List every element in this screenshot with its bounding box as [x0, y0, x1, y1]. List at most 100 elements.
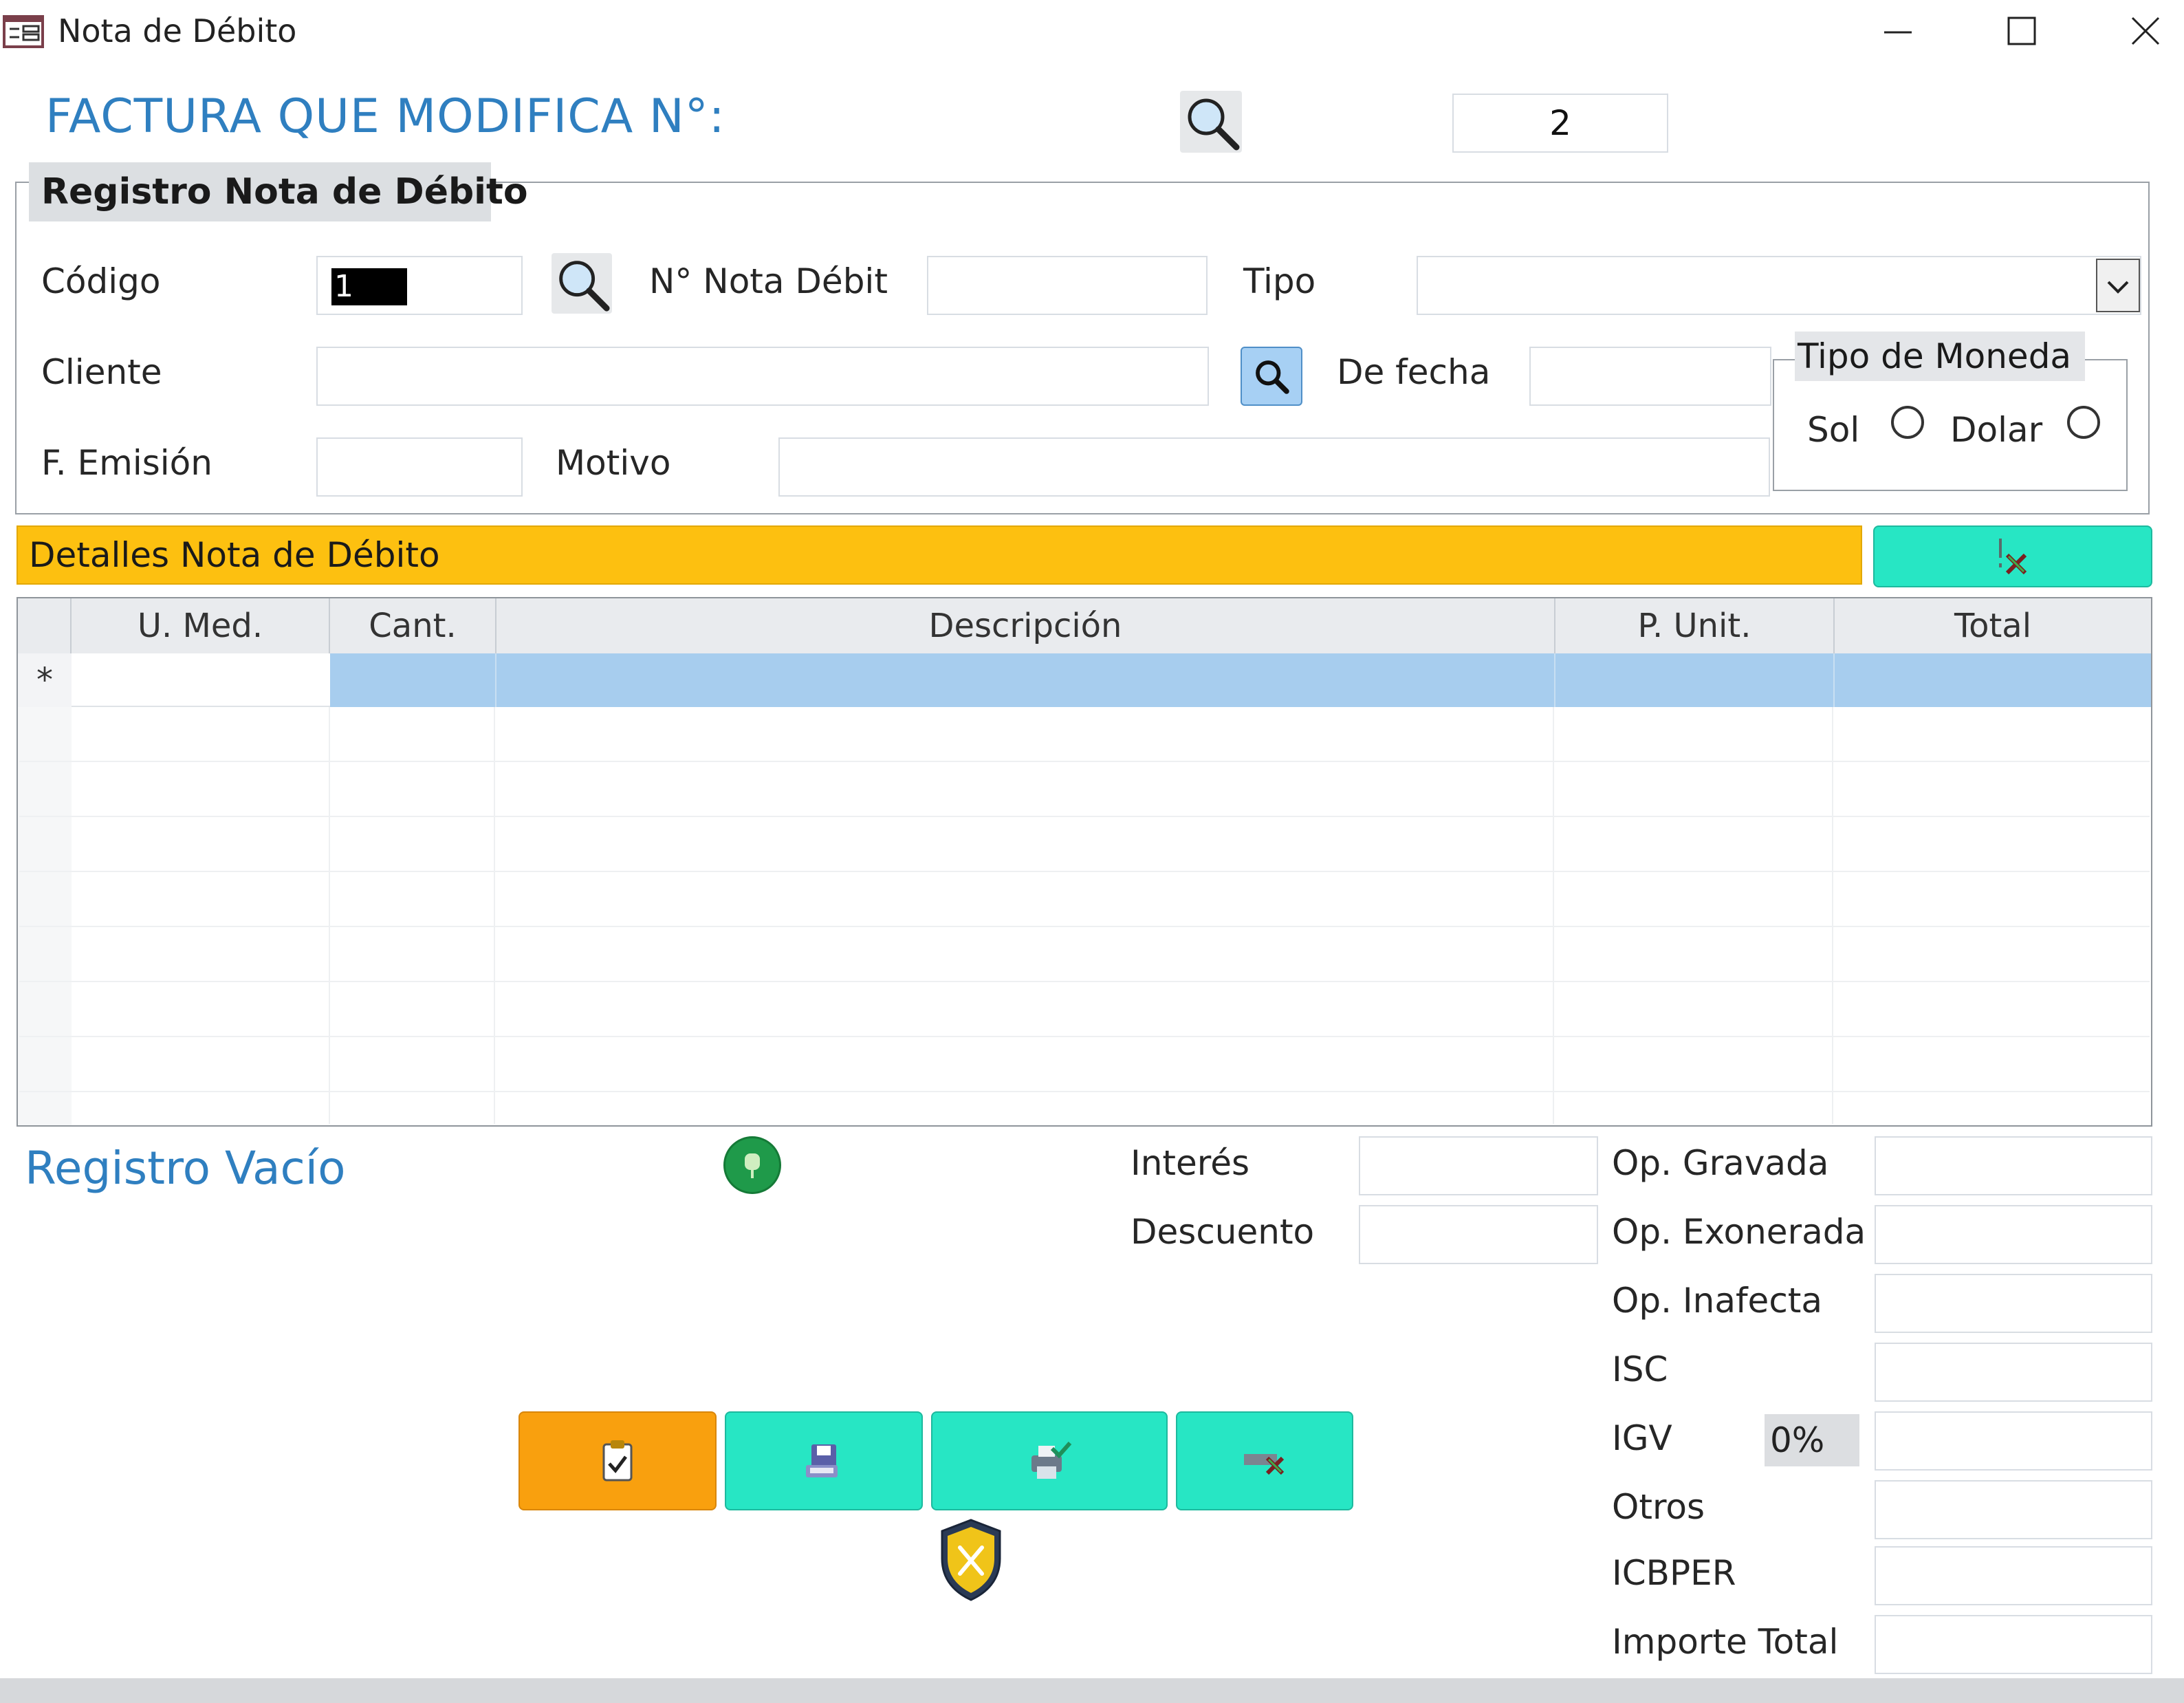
save-button[interactable]: [725, 1411, 923, 1510]
grid-line: [19, 761, 2150, 762]
bottom-edge: [0, 1678, 2184, 1703]
new-row-u-med-cell[interactable]: [72, 653, 330, 707]
grid-line: [19, 871, 2150, 872]
pin-icon: [745, 1153, 760, 1178]
shield-icon: [941, 1519, 1001, 1601]
grid-line: [19, 816, 2150, 817]
cliente-search-button[interactable]: [1241, 347, 1302, 406]
validate-button[interactable]: [518, 1411, 717, 1510]
column-header-total[interactable]: Total: [1835, 598, 2151, 653]
op-inafecta-field[interactable]: [1875, 1274, 2152, 1333]
detalles-bar: Detalles Nota de Débito: [17, 525, 1862, 585]
icbper-label: ICBPER: [1612, 1553, 1736, 1593]
moneda-group-title: Tipo de Moneda: [1795, 332, 2085, 381]
op-exonerada-field[interactable]: [1875, 1205, 2152, 1264]
icbper-field[interactable]: [1875, 1546, 2152, 1605]
descuento-field[interactable]: [1359, 1205, 1598, 1264]
search-icon: [1188, 98, 1240, 151]
new-row-cells[interactable]: [330, 653, 2151, 707]
grid-corner: [18, 598, 72, 653]
tipo-select[interactable]: [1417, 256, 2141, 315]
form-icon: [3, 15, 44, 48]
nota-debito-label: N° Nota Débit: [649, 261, 888, 301]
remove-row-icon: [1999, 539, 2027, 575]
interes-label: Interés: [1131, 1143, 1250, 1183]
f-emision-field[interactable]: [316, 437, 523, 497]
grid-line: [494, 707, 495, 1124]
isc-label: ISC: [1612, 1349, 1668, 1389]
grid-line: [1553, 707, 1554, 1124]
grid-line: [19, 1091, 2150, 1092]
dolar-label: Dolar: [1950, 410, 2043, 450]
invoice-header-title: FACTURA QUE MODIFICA N°:: [45, 89, 725, 144]
registro-group-title: Registro Nota de Débito: [29, 162, 528, 221]
window-title: Nota de Débito: [58, 12, 297, 50]
save-disk-icon: [806, 1444, 838, 1477]
igv-percent: 0%: [1770, 1420, 1825, 1460]
descuento-label: Descuento: [1131, 1212, 1315, 1252]
invoice-number-field[interactable]: 2: [1452, 94, 1668, 153]
grid-line: [1832, 707, 1833, 1124]
status-text: Registro Vacío: [25, 1142, 346, 1195]
f-emision-label: F. Emisión: [41, 443, 212, 483]
column-header-u-med[interactable]: U. Med.: [72, 598, 330, 653]
codigo-field[interactable]: 1: [316, 256, 523, 315]
nota-debito-field[interactable]: [927, 256, 1208, 315]
grid-line: [329, 707, 330, 1124]
minimize-icon: [1884, 31, 1912, 34]
de-fecha-field[interactable]: [1529, 347, 1771, 406]
cell-divider: [495, 653, 496, 707]
shield-button[interactable]: [937, 1517, 1005, 1603]
new-row-marker: *: [36, 661, 53, 699]
search-icon: [1256, 360, 1289, 394]
grid-line: [19, 1036, 2150, 1037]
igv-percent-box: 0%: [1765, 1414, 1859, 1466]
maximize-button[interactable]: [1960, 0, 2084, 62]
sol-label: Sol: [1807, 410, 1860, 450]
dolar-radio[interactable]: [2067, 406, 2100, 439]
column-header-cant[interactable]: Cant.: [330, 598, 496, 653]
title-bar: Nota de Débito: [0, 0, 2184, 62]
detalles-title: Detalles Nota de Débito: [29, 535, 440, 575]
importe-total-label: Importe Total: [1612, 1622, 1839, 1662]
search-icon: [559, 261, 610, 312]
row-selector[interactable]: *: [18, 653, 72, 707]
codigo-search-button[interactable]: [552, 253, 612, 314]
sol-radio[interactable]: [1891, 406, 1924, 439]
cancel-icon: [1244, 1454, 1285, 1475]
maximize-icon: [2007, 17, 2036, 45]
cell-divider: [1833, 653, 1835, 707]
otros-label: Otros: [1612, 1487, 1705, 1527]
invoice-number-value: 2: [1549, 103, 1571, 143]
column-header-p-unit[interactable]: P. Unit.: [1555, 598, 1835, 653]
cliente-field[interactable]: [316, 347, 1209, 406]
igv-label: IGV: [1612, 1418, 1672, 1458]
remove-row-button[interactable]: [1873, 525, 2152, 587]
pin-button[interactable]: [723, 1136, 781, 1194]
isc-field[interactable]: [1875, 1343, 2152, 1402]
op-gravada-field[interactable]: [1875, 1136, 2152, 1195]
print-icon: [1031, 1442, 1072, 1479]
cliente-label: Cliente: [41, 352, 162, 392]
igv-field[interactable]: [1875, 1411, 2152, 1471]
minimize-button[interactable]: [1836, 0, 1960, 62]
print-button[interactable]: [931, 1411, 1168, 1510]
close-button[interactable]: [2084, 0, 2184, 62]
column-header-descripcion[interactable]: Descripción: [496, 598, 1555, 653]
interes-field[interactable]: [1359, 1136, 1598, 1195]
op-gravada-label: Op. Gravada: [1612, 1143, 1829, 1183]
op-exonerada-label: Op. Exonerada: [1612, 1212, 1866, 1252]
motivo-field[interactable]: [778, 437, 1770, 497]
grid-line: [19, 926, 2150, 927]
tipo-label: Tipo: [1243, 261, 1316, 301]
motivo-label: Motivo: [556, 443, 671, 483]
tipo-dropdown-button[interactable]: [2096, 259, 2140, 312]
otros-field[interactable]: [1875, 1480, 2152, 1539]
invoice-search-button[interactable]: [1180, 91, 1242, 153]
codigo-value: 1: [331, 268, 407, 305]
dropdown-chevron-icon: [2107, 281, 2129, 294]
cell-divider: [1554, 653, 1555, 707]
cancel-button[interactable]: [1176, 1411, 1353, 1510]
importe-total-field[interactable]: [1875, 1615, 2152, 1674]
codigo-label: Código: [41, 261, 161, 301]
